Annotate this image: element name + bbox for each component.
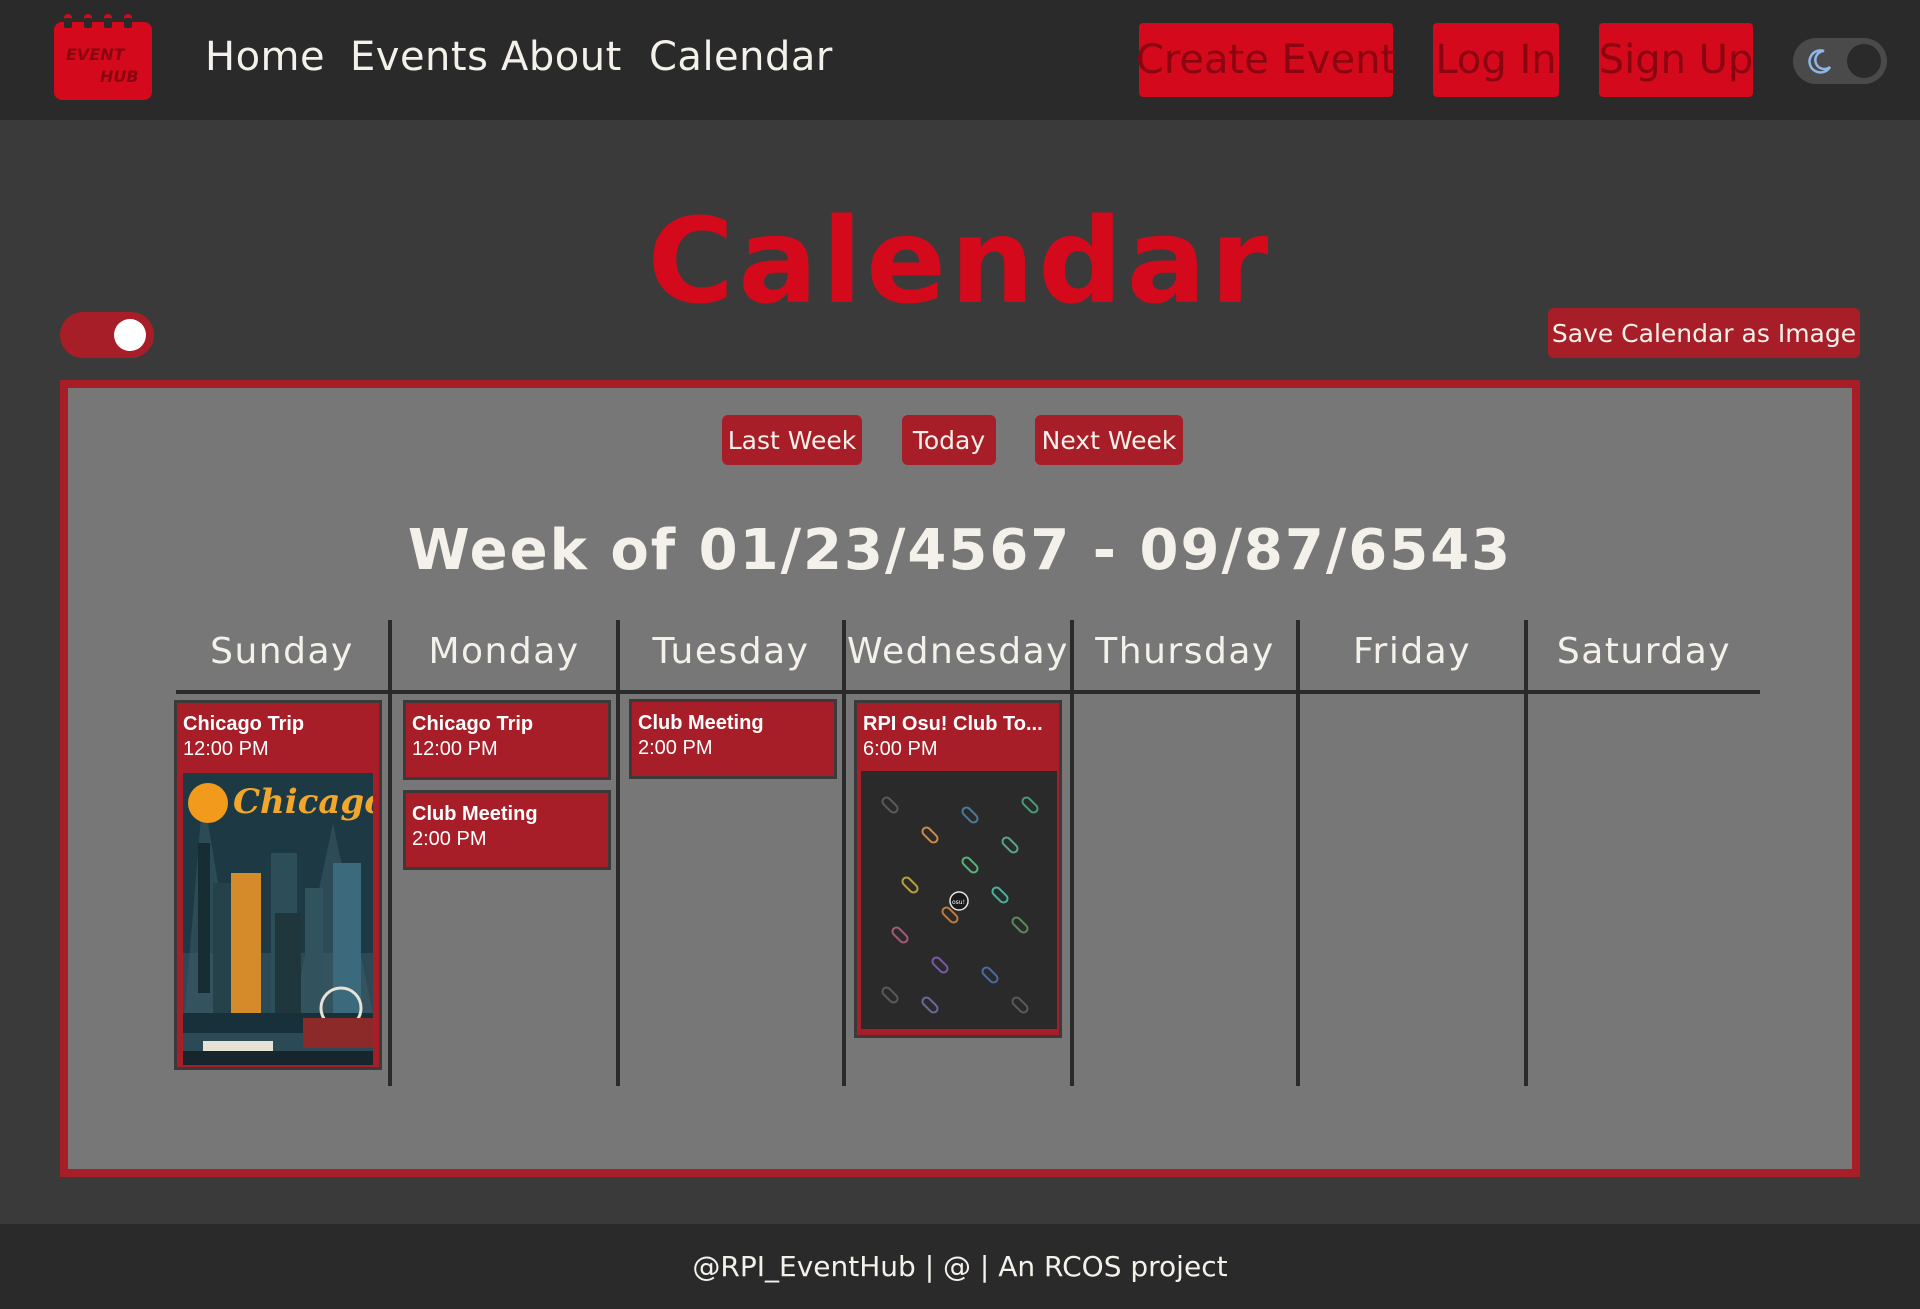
day-header-sunday: Sunday	[210, 631, 354, 672]
day-header-friday: Friday	[1352, 631, 1472, 672]
day-header-wednesday: Wednesday	[847, 631, 1069, 672]
column-divider	[388, 620, 392, 1086]
column-divider	[842, 620, 846, 1086]
event-title: Club Meeting	[412, 803, 538, 825]
column-divider	[1524, 620, 1528, 1086]
event-card-chicago-trip-monday[interactable]: Chicago Trip 12:00 PM	[403, 700, 611, 780]
event-card-club-meeting-tuesday[interactable]: Club Meeting 2:00 PM	[629, 699, 837, 779]
event-title: Chicago Trip	[412, 713, 534, 735]
dark-mode-toggle[interactable]	[1793, 38, 1887, 84]
nav-link-calendar[interactable]: Calendar	[649, 34, 833, 80]
event-time: 2:00 PM	[638, 737, 713, 759]
event-hub-logo[interactable]: EVENT HUB	[52, 12, 154, 102]
event-time: 12:00 PM	[412, 738, 498, 760]
day-header-monday: Monday	[428, 631, 580, 672]
event-time: 2:00 PM	[412, 828, 487, 850]
event-time: 12:00 PM	[183, 738, 269, 760]
logo-text-event: EVENT	[66, 45, 126, 64]
poster-caption: Chicago	[233, 782, 373, 822]
event-card-club-meeting-monday[interactable]: Club Meeting 2:00 PM	[403, 790, 611, 870]
column-divider	[1296, 620, 1300, 1086]
event-card-chicago-trip-sunday[interactable]: Chicago Trip 12:00 PM Chicago	[174, 700, 382, 1070]
nav-link-home[interactable]: Home	[205, 34, 325, 80]
footer: @RPI_EventHub | @ | An RCOS project	[0, 1224, 1920, 1309]
moon-icon	[1808, 49, 1832, 74]
next-week-button[interactable]: Next Week	[1035, 415, 1183, 465]
event-title: Chicago Trip	[183, 713, 305, 735]
navbar: EVENT HUB Home Events About Calendar Cre…	[0, 0, 1920, 120]
log-in-button[interactable]: Log In	[1433, 23, 1559, 97]
logo-text-hub: HUB	[100, 67, 139, 86]
osu-event-image: osu!	[861, 771, 1057, 1029]
nav-link-about[interactable]: About	[501, 34, 622, 80]
view-mode-toggle[interactable]	[60, 312, 154, 358]
toggle-knob	[114, 319, 146, 351]
event-time: 6:00 PM	[863, 738, 938, 760]
day-header-tuesday: Tuesday	[652, 631, 810, 672]
header-divider	[176, 690, 1760, 694]
osu-logo-text: osu!	[952, 899, 965, 906]
today-button[interactable]: Today	[902, 415, 996, 465]
week-range-title: Week of 01/23/4567 - 09/87/6543	[407, 518, 1513, 583]
chicago-poster-image: Chicago	[183, 773, 373, 1065]
toggle-knob	[1847, 44, 1881, 78]
event-title: RPI Osu! Club To...	[863, 713, 1043, 735]
create-event-button[interactable]: Create Event	[1136, 23, 1396, 97]
day-header-thursday: Thursday	[1095, 631, 1275, 672]
column-divider	[1070, 620, 1074, 1086]
sign-up-button[interactable]: Sign Up	[1599, 23, 1753, 97]
event-title: Club Meeting	[638, 712, 764, 734]
footer-text: @RPI_EventHub | @ | An RCOS project	[692, 1250, 1228, 1283]
day-header-saturday: Saturday	[1556, 631, 1732, 672]
nav-link-events[interactable]: Events	[350, 34, 488, 80]
calendar-container: Last Week Today Next Week Week of 01/23/…	[60, 380, 1860, 1177]
save-calendar-image-button[interactable]: Save Calendar as Image	[1548, 308, 1860, 358]
event-card-rpi-osu-club[interactable]: RPI Osu! Club To... 6:00 PM osu!	[854, 700, 1062, 1038]
last-week-button[interactable]: Last Week	[722, 415, 862, 465]
column-divider	[616, 620, 620, 1086]
